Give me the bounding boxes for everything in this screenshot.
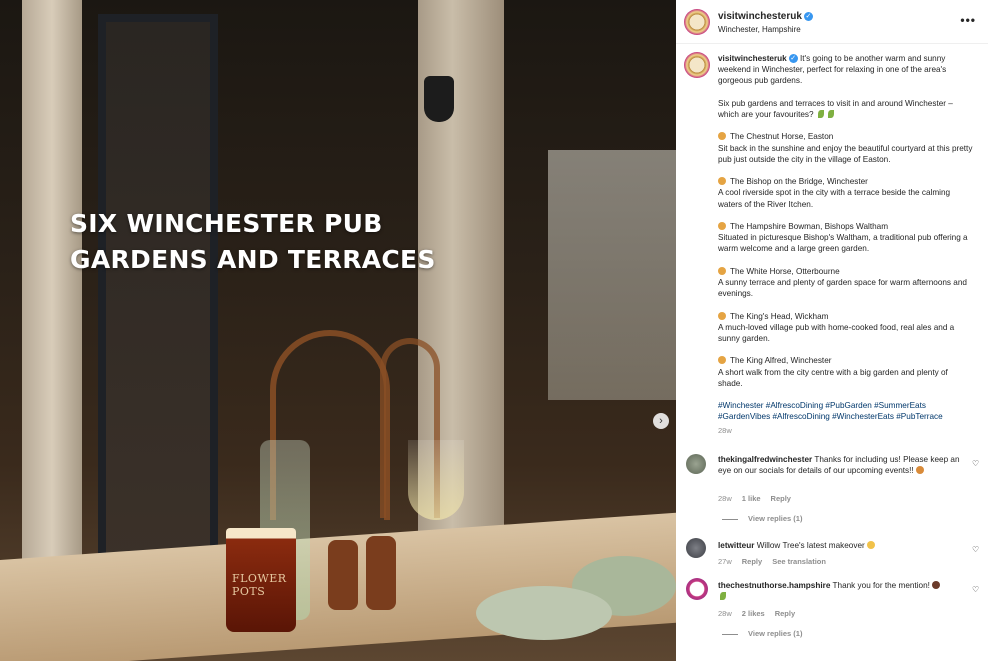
caption-question: Six pub gardens and terraces to visit in… xyxy=(718,98,953,119)
post-header: visitwinchesteruk ✓ Winchester, Hampshire… xyxy=(676,0,988,44)
leaf-emoji-icon xyxy=(720,592,726,601)
comment-likes[interactable]: 1 like xyxy=(742,494,761,503)
comment-text: thechestnuthorse.hampshire Thank you for… xyxy=(718,580,964,602)
beer-glass-text: FLOWER POTS xyxy=(232,572,287,598)
pub-desc: A cool riverside spot in the city with a… xyxy=(718,188,951,209)
glass-door xyxy=(98,14,218,574)
comment-time[interactable]: 28w xyxy=(718,494,732,503)
avatar[interactable] xyxy=(686,538,706,558)
avatar[interactable] xyxy=(684,52,710,78)
emoji-icon xyxy=(915,466,924,475)
comment-text: thekingalfredwinchester Thanks for inclu… xyxy=(718,454,964,476)
avatar[interactable] xyxy=(684,9,710,35)
chevron-right-icon[interactable]: › xyxy=(653,413,669,429)
comment-username[interactable]: thechestnuthorse.hampshire xyxy=(718,581,830,590)
header-username[interactable]: visitwinchesteruk ✓ xyxy=(718,11,813,22)
post-side-panel: visitwinchesteruk ✓ Winchester, Hampshire… xyxy=(676,0,988,661)
leaf-emoji-icon xyxy=(827,110,834,118)
caption-text: visitwinchesteruk ✓ It's going to be anot… xyxy=(718,53,974,436)
plate xyxy=(476,586,612,640)
see-translation-button[interactable]: See translation xyxy=(772,557,826,566)
verified-badge-icon: ✓ xyxy=(788,54,798,64)
horse-emoji-icon xyxy=(932,581,941,589)
heart-icon[interactable]: ♡ xyxy=(972,546,980,554)
heart-icon[interactable]: ♡ xyxy=(972,460,980,468)
comment-meta: 28w 1 like Reply xyxy=(718,494,801,503)
fridge xyxy=(548,150,676,400)
reply-button[interactable]: Reply xyxy=(742,557,762,566)
pepper-grinder xyxy=(328,540,358,610)
comment-text: letwitteur Willow Tree's latest makeover xyxy=(718,540,964,551)
wooden-post xyxy=(22,0,82,560)
post-image: FLOWER POTS SIX WINCHESTER PUB GARDENS A… xyxy=(0,0,676,661)
hashtags[interactable]: #Winchester #AlfrescoDining #PubGarden #… xyxy=(718,400,974,422)
wall-lamp xyxy=(424,76,454,122)
pub-name: The Bishop on the Bridge, Winchester xyxy=(730,177,868,187)
reply-button[interactable]: Reply xyxy=(771,494,791,503)
leaf-emoji-icon xyxy=(817,110,824,118)
pub-name: The Hampshire Bowman, Bishops Waltham xyxy=(730,221,889,231)
reply-button[interactable]: Reply xyxy=(775,609,795,618)
pub-name: The King Alfred, Winchester xyxy=(730,356,832,366)
header-location[interactable]: Winchester, Hampshire xyxy=(718,25,801,34)
avatar[interactable] xyxy=(686,454,706,474)
comment-meta: 28w 2 likes Reply xyxy=(718,609,805,618)
pub-desc: Situated in picturesque Bishop's Waltham… xyxy=(718,233,968,254)
headline-line-2: GARDENS AND TERRACES xyxy=(70,245,436,274)
more-horizontal-icon[interactable]: ••• xyxy=(960,13,976,27)
pub-name: The Chestnut Horse, Easton xyxy=(730,132,834,142)
pub-desc: A much-loved village pub with home-cooke… xyxy=(718,322,955,343)
caption-time[interactable]: 28w xyxy=(718,425,974,436)
verified-badge-icon: ✓ xyxy=(803,11,813,21)
salt-grinder xyxy=(366,536,396,610)
sun-emoji-icon xyxy=(718,356,726,365)
headline-line-1: SIX WINCHESTER PUB xyxy=(70,209,383,238)
comment-time[interactable]: 28w xyxy=(718,609,732,618)
comment-body: Thank you for the mention! xyxy=(832,581,930,590)
comment-username[interactable]: thekingalfredwinchester xyxy=(718,455,812,464)
caption-username[interactable]: visitwinchesteruk xyxy=(718,54,787,63)
comment-time[interactable]: 27w xyxy=(718,557,732,566)
comment-username[interactable]: letwitteur xyxy=(718,541,754,550)
sun-emoji-icon xyxy=(718,266,726,275)
comment-likes[interactable]: 2 likes xyxy=(742,609,765,618)
wine-glass xyxy=(408,440,464,520)
emoji-icon xyxy=(867,541,876,549)
comment-body: Willow Tree's latest makeover xyxy=(756,541,865,550)
view-replies-button[interactable]: View replies (1) xyxy=(722,629,802,638)
sun-emoji-icon xyxy=(718,177,726,186)
view-replies-button[interactable]: View replies (1) xyxy=(722,514,802,523)
avatar[interactable] xyxy=(686,578,708,600)
sun-emoji-icon xyxy=(718,311,726,320)
sun-emoji-icon xyxy=(718,221,726,230)
sun-emoji-icon xyxy=(718,132,726,141)
beer-glass: FLOWER POTS xyxy=(226,528,296,632)
post-headline: SIX WINCHESTER PUB GARDENS AND TERRACES xyxy=(70,206,436,278)
pub-desc: Sit back in the sunshine and enjoy the b… xyxy=(718,143,973,164)
heart-icon[interactable]: ♡ xyxy=(972,586,980,594)
pub-name: The White Horse, Otterbourne xyxy=(730,266,840,276)
comment-meta: 27w Reply See translation xyxy=(718,557,836,566)
pub-name: The King's Head, Wickham xyxy=(730,311,829,321)
pub-desc: A sunny terrace and plenty of garden spa… xyxy=(718,277,967,299)
pub-desc: A short walk from the city centre with a… xyxy=(718,367,948,388)
